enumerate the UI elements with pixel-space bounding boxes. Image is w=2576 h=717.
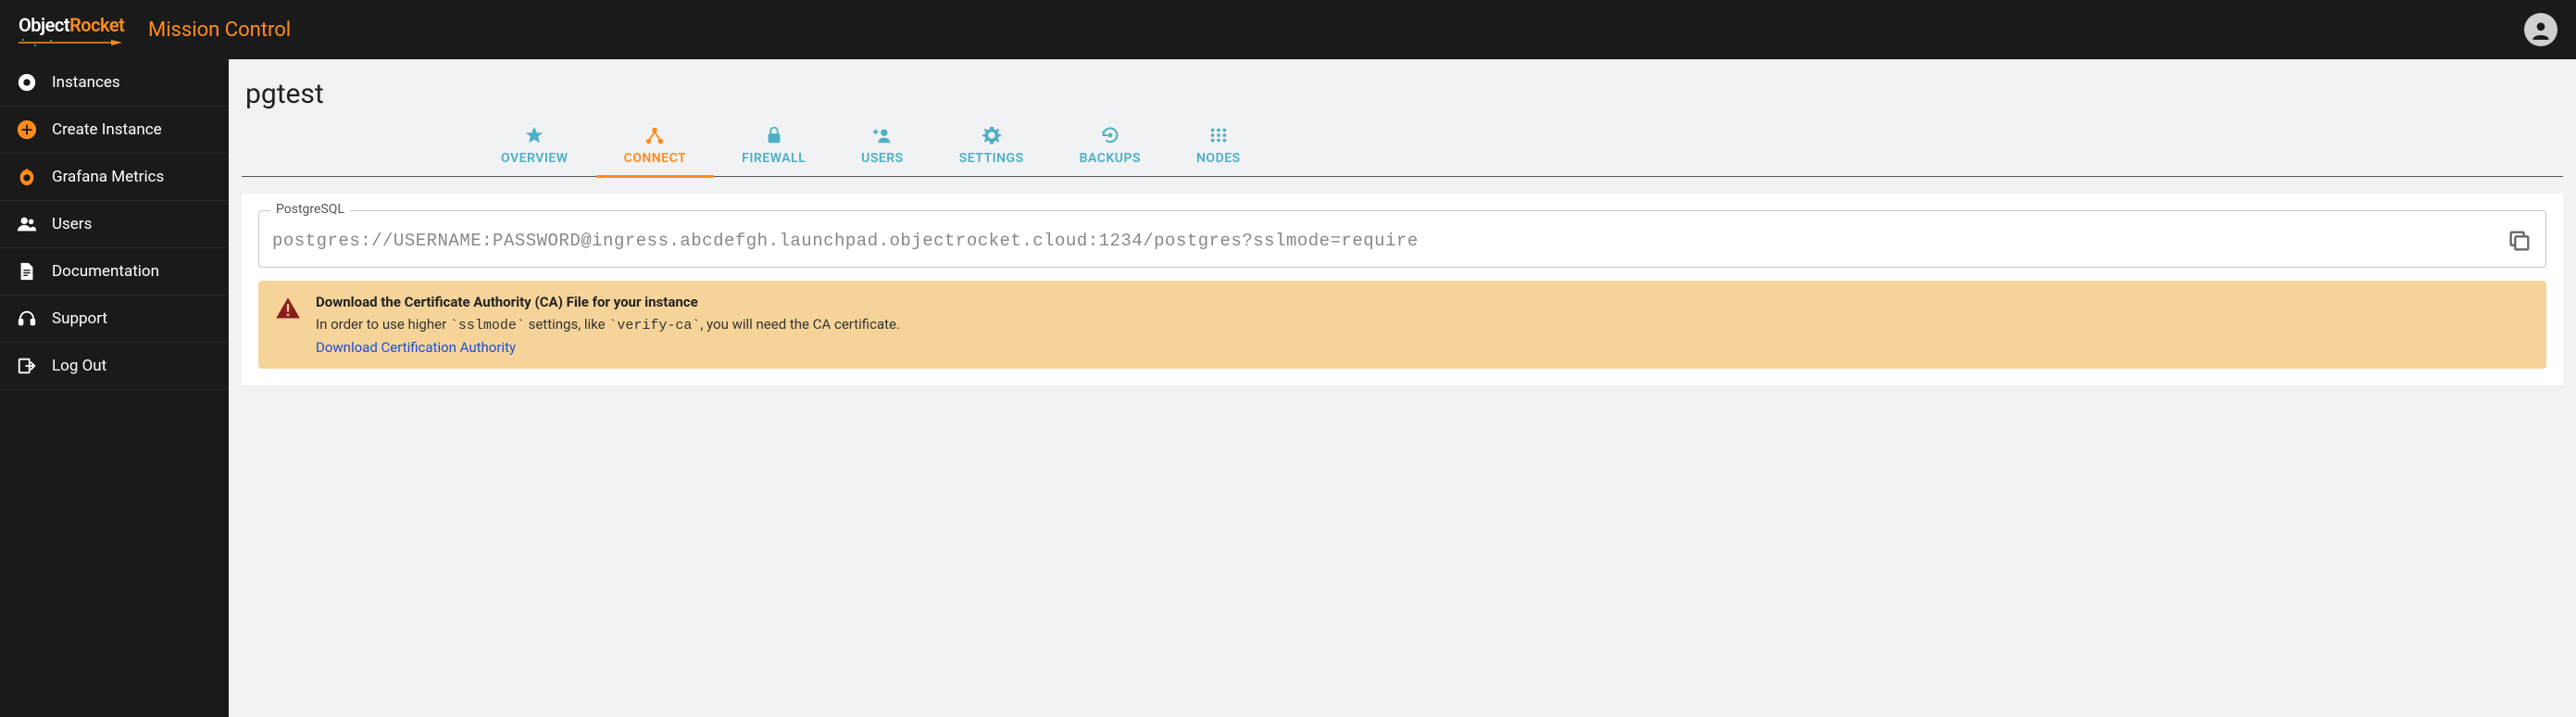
sidebar-item-create-instance[interactable]: Create Instance <box>0 107 229 154</box>
restore-icon <box>1100 125 1120 145</box>
grafana-icon <box>17 167 37 187</box>
tab-label: FIREWALL <box>742 151 806 166</box>
tab-label: USERS <box>861 151 904 166</box>
sidebar-item-label: Log Out <box>52 357 106 375</box>
fieldset-legend: PostgreSQL <box>270 202 350 217</box>
user-icon <box>2529 18 2553 42</box>
main-content: pgtest OVERVIEW CONNECT FIREWALL USERS S… <box>229 59 2576 717</box>
sidebar-item-label: Instances <box>52 73 120 92</box>
logout-icon <box>17 356 37 376</box>
instances-icon <box>17 72 37 93</box>
download-ca-link[interactable]: Download Certification Authority <box>316 339 900 356</box>
tab-overview[interactable]: OVERVIEW <box>473 120 596 178</box>
alert-text-pre: In order to use higher <box>316 316 450 333</box>
brand-part1: Object <box>19 14 69 36</box>
connection-fieldset: PostgreSQL postgres://USERNAME:PASSWORD@… <box>258 210 2546 268</box>
ca-alert: Download the Certificate Authority (CA) … <box>258 281 2546 369</box>
sidebar-item-documentation[interactable]: Documentation <box>0 248 229 296</box>
alert-text-mid: settings, like <box>525 316 608 333</box>
tabs: OVERVIEW CONNECT FIREWALL USERS SETTINGS… <box>242 120 2563 177</box>
logo-text: ObjectRocket <box>19 14 130 36</box>
tab-nodes[interactable]: NODES <box>1169 120 1269 178</box>
sidebar: Instances Create Instance Grafana Metric… <box>0 59 229 717</box>
alert-text-post: , you will need the CA certificate. <box>700 316 900 333</box>
tab-label: BACKUPS <box>1080 151 1141 166</box>
sidebar-item-label: Grafana Metrics <box>52 168 164 186</box>
copy-icon <box>2507 228 2532 254</box>
gear-icon <box>982 125 1002 145</box>
topbar: ObjectRocket Mission Control <box>0 0 2576 59</box>
alert-body: Download the Certificate Authority (CA) … <box>316 294 900 356</box>
sidebar-item-instances[interactable]: Instances <box>0 59 229 107</box>
app-title: Mission Control <box>148 19 291 42</box>
brand-block: ObjectRocket Mission Control <box>19 14 291 45</box>
lock-icon <box>764 125 784 145</box>
tab-firewall[interactable]: FIREWALL <box>714 120 833 178</box>
tab-label: NODES <box>1196 151 1241 166</box>
connect-panel: PostgreSQL postgres://USERNAME:PASSWORD@… <box>242 194 2563 385</box>
sidebar-item-support[interactable]: Support <box>0 296 229 343</box>
headset-icon <box>17 308 37 329</box>
tab-backups[interactable]: BACKUPS <box>1052 120 1169 178</box>
tab-connect[interactable]: CONNECT <box>596 120 715 178</box>
tab-label: SETTINGS <box>959 151 1024 166</box>
document-icon <box>17 261 37 282</box>
brand-part2: Rocket <box>69 14 124 36</box>
sidebar-item-users[interactable]: Users <box>0 201 229 248</box>
sidebar-item-label: Users <box>52 215 92 233</box>
alert-text-code1: `sslmode` <box>450 318 525 333</box>
copy-button[interactable] <box>2507 228 2532 254</box>
sidebar-item-logout[interactable]: Log Out <box>0 343 229 390</box>
connection-string[interactable]: postgres://USERNAME:PASSWORD@ingress.abc… <box>272 231 2494 251</box>
alert-title: Download the Certificate Authority (CA) … <box>316 294 900 310</box>
tab-users[interactable]: USERS <box>833 120 932 178</box>
nodes-icon <box>1208 125 1229 145</box>
tab-label: OVERVIEW <box>501 151 569 166</box>
tab-settings[interactable]: SETTINGS <box>932 120 1052 178</box>
warning-icon <box>275 296 301 321</box>
sidebar-item-label: Support <box>52 309 107 328</box>
tab-label: CONNECT <box>624 151 687 166</box>
logo[interactable]: ObjectRocket <box>19 14 130 45</box>
logo-underline <box>19 38 130 45</box>
page-title: pgtest <box>242 78 2563 110</box>
user-avatar[interactable] <box>2524 13 2557 46</box>
sidebar-item-grafana[interactable]: Grafana Metrics <box>0 154 229 201</box>
alert-text: In order to use higher `sslmode` setting… <box>316 316 900 333</box>
users-icon <box>17 214 37 234</box>
sidebar-item-label: Documentation <box>52 262 159 281</box>
alert-text-code2: `verify-ca` <box>608 318 700 333</box>
add-user-icon <box>872 125 893 145</box>
plus-circle-icon <box>17 120 37 140</box>
star-icon <box>524 125 544 145</box>
connection-row: postgres://USERNAME:PASSWORD@ingress.abc… <box>272 228 2532 254</box>
sidebar-item-label: Create Instance <box>52 120 162 139</box>
connect-icon <box>644 125 665 145</box>
